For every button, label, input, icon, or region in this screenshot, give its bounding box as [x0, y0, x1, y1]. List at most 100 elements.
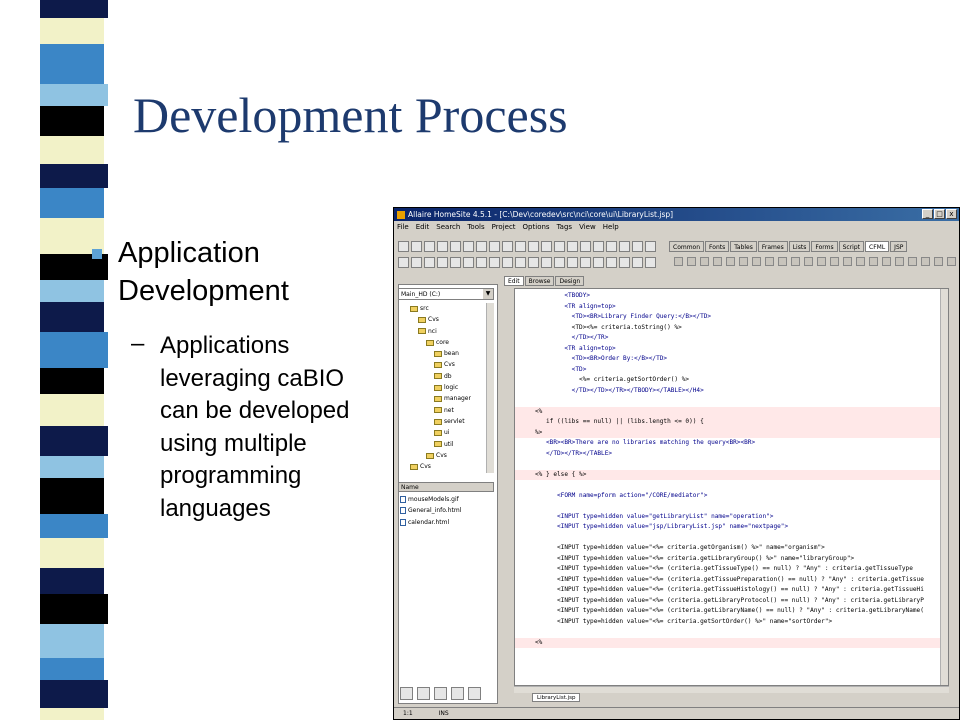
stripe-band [40, 426, 108, 456]
tree-node-label: logic [444, 384, 459, 392]
tag-icon [869, 257, 878, 266]
window-button: _ [922, 209, 933, 219]
toolbar-icon [528, 257, 539, 268]
homesite-window-screenshot: Allaire HomeSite 4.5.1 - [C:\Dev\coredev… [393, 207, 960, 720]
tag-tab: JSP [890, 241, 908, 252]
panel-tab-icon [434, 687, 447, 700]
toolbar-icon [580, 257, 591, 268]
tag-icon [947, 257, 956, 266]
tree-node-label: bean [444, 350, 459, 358]
tree-node: Cvs [398, 450, 494, 461]
editor-scrollbar [940, 289, 948, 685]
folder-icon [426, 339, 434, 346]
tag-icon [856, 257, 865, 266]
toolbar-icon [450, 257, 461, 268]
tag-icon [882, 257, 891, 266]
folder-icon [434, 418, 442, 425]
tree-node: net [398, 405, 494, 416]
tag-tab: Common [669, 241, 705, 252]
bullet-marker [92, 249, 102, 259]
menu-item: Search [436, 223, 461, 231]
code-line: <% [515, 637, 948, 648]
toolbar-icon [567, 257, 578, 268]
toolbar-icon [619, 257, 630, 268]
tag-tab: Frames [757, 241, 788, 252]
file-icon [400, 518, 406, 526]
file-icon [400, 496, 406, 504]
folder-icon [418, 328, 426, 335]
toolbar-icon [541, 257, 552, 268]
toolbar-icon [424, 257, 435, 268]
code-line: <BR><BR>There are no libraries matching … [535, 439, 756, 446]
tree-node-label: Cvs [420, 463, 431, 471]
code-line: <% [515, 406, 948, 417]
tree-node-label: src [420, 305, 429, 312]
code-line: <TD><%= criteria.toString() %> [535, 323, 682, 331]
tree-node-label: core [436, 338, 449, 346]
toolbar-icon [632, 257, 643, 268]
editor-tab: Edit [504, 276, 524, 286]
sub-bullet-text: Applications leveraging caBIO can be dev… [160, 332, 350, 522]
toolbar-icon [567, 241, 578, 252]
tree-node-label: net [444, 406, 454, 414]
code-line: <TBODY> [535, 292, 591, 299]
stripe-band [40, 0, 108, 18]
code-line: <TD><BR>Order By:</B></TD> [535, 355, 668, 362]
toolbar-icon [398, 241, 409, 252]
toolbar-icon [450, 241, 461, 252]
tag-icon [739, 257, 748, 266]
file-name: mouseModels.gif [408, 496, 459, 503]
tree-node-label: manager [444, 395, 471, 403]
tree-node-label: servlet [444, 417, 465, 425]
toolbar-icon [424, 241, 435, 252]
toolbar-bottom [398, 255, 656, 270]
tree-node: db [398, 371, 494, 382]
toolbar-icon [411, 257, 422, 268]
menu-bar: File Edit Search Tools Project Options Tags Vie… [394, 221, 959, 233]
stripe-band [40, 332, 108, 368]
toolbar-icon [411, 241, 422, 252]
chevron-down-icon: ▼ [483, 289, 493, 299]
tree-node: manager [398, 393, 494, 404]
tree-node: Cvs [398, 461, 494, 472]
menu-item: Project [491, 223, 516, 231]
stripe-band [40, 680, 108, 708]
stripe-band [40, 302, 104, 332]
tag-icon [778, 257, 787, 266]
editor-hscrollbar [514, 686, 949, 693]
tree-node-label: db [444, 372, 452, 380]
code-line: <% } else { %> [515, 469, 948, 480]
code-editor: <TBODY> <TR align=top> <TD><BR>Library F… [514, 288, 949, 686]
tree-node: core [398, 337, 494, 348]
panel-tab-icon [451, 687, 464, 700]
tag-tab: Lists [788, 241, 811, 252]
toolbar-icon [528, 241, 539, 252]
toolbar-icon [515, 241, 526, 252]
tree-node: logic [398, 382, 494, 393]
code-line: <INPUT type=hidden value="getLibraryList… [535, 512, 774, 520]
file-item: calendar.html [400, 517, 461, 528]
tag-toolbar [674, 257, 956, 266]
toolbar-icon [593, 241, 604, 252]
code-line: </TD></TR></TABLE> [535, 449, 613, 457]
toolbar-icon [645, 241, 656, 252]
code-line: <INPUT type=hidden value="<%= criteria.g… [535, 617, 833, 625]
toolbar-icon [606, 257, 617, 268]
tree-node-label: Cvs [436, 451, 447, 459]
stripe-band [40, 394, 104, 426]
code-line: if ((libs == null) || (libs.length <= 0)… [515, 417, 948, 428]
toolbar-icon [515, 257, 526, 268]
editor-tab: Browse [524, 276, 555, 286]
menu-item: Edit [415, 223, 430, 231]
status-field: INS [438, 710, 449, 717]
code-line: <%= criteria.getSortOrder() %> [535, 376, 690, 383]
tag-tab: Tables [730, 241, 757, 252]
folder-icon [410, 305, 418, 312]
panel-tab-icon [468, 687, 481, 700]
toolbar-icon [437, 257, 448, 268]
drive-label: Main_HD (C:) [401, 291, 441, 298]
tag-icon [765, 257, 774, 266]
tree-node: nci [398, 326, 494, 337]
